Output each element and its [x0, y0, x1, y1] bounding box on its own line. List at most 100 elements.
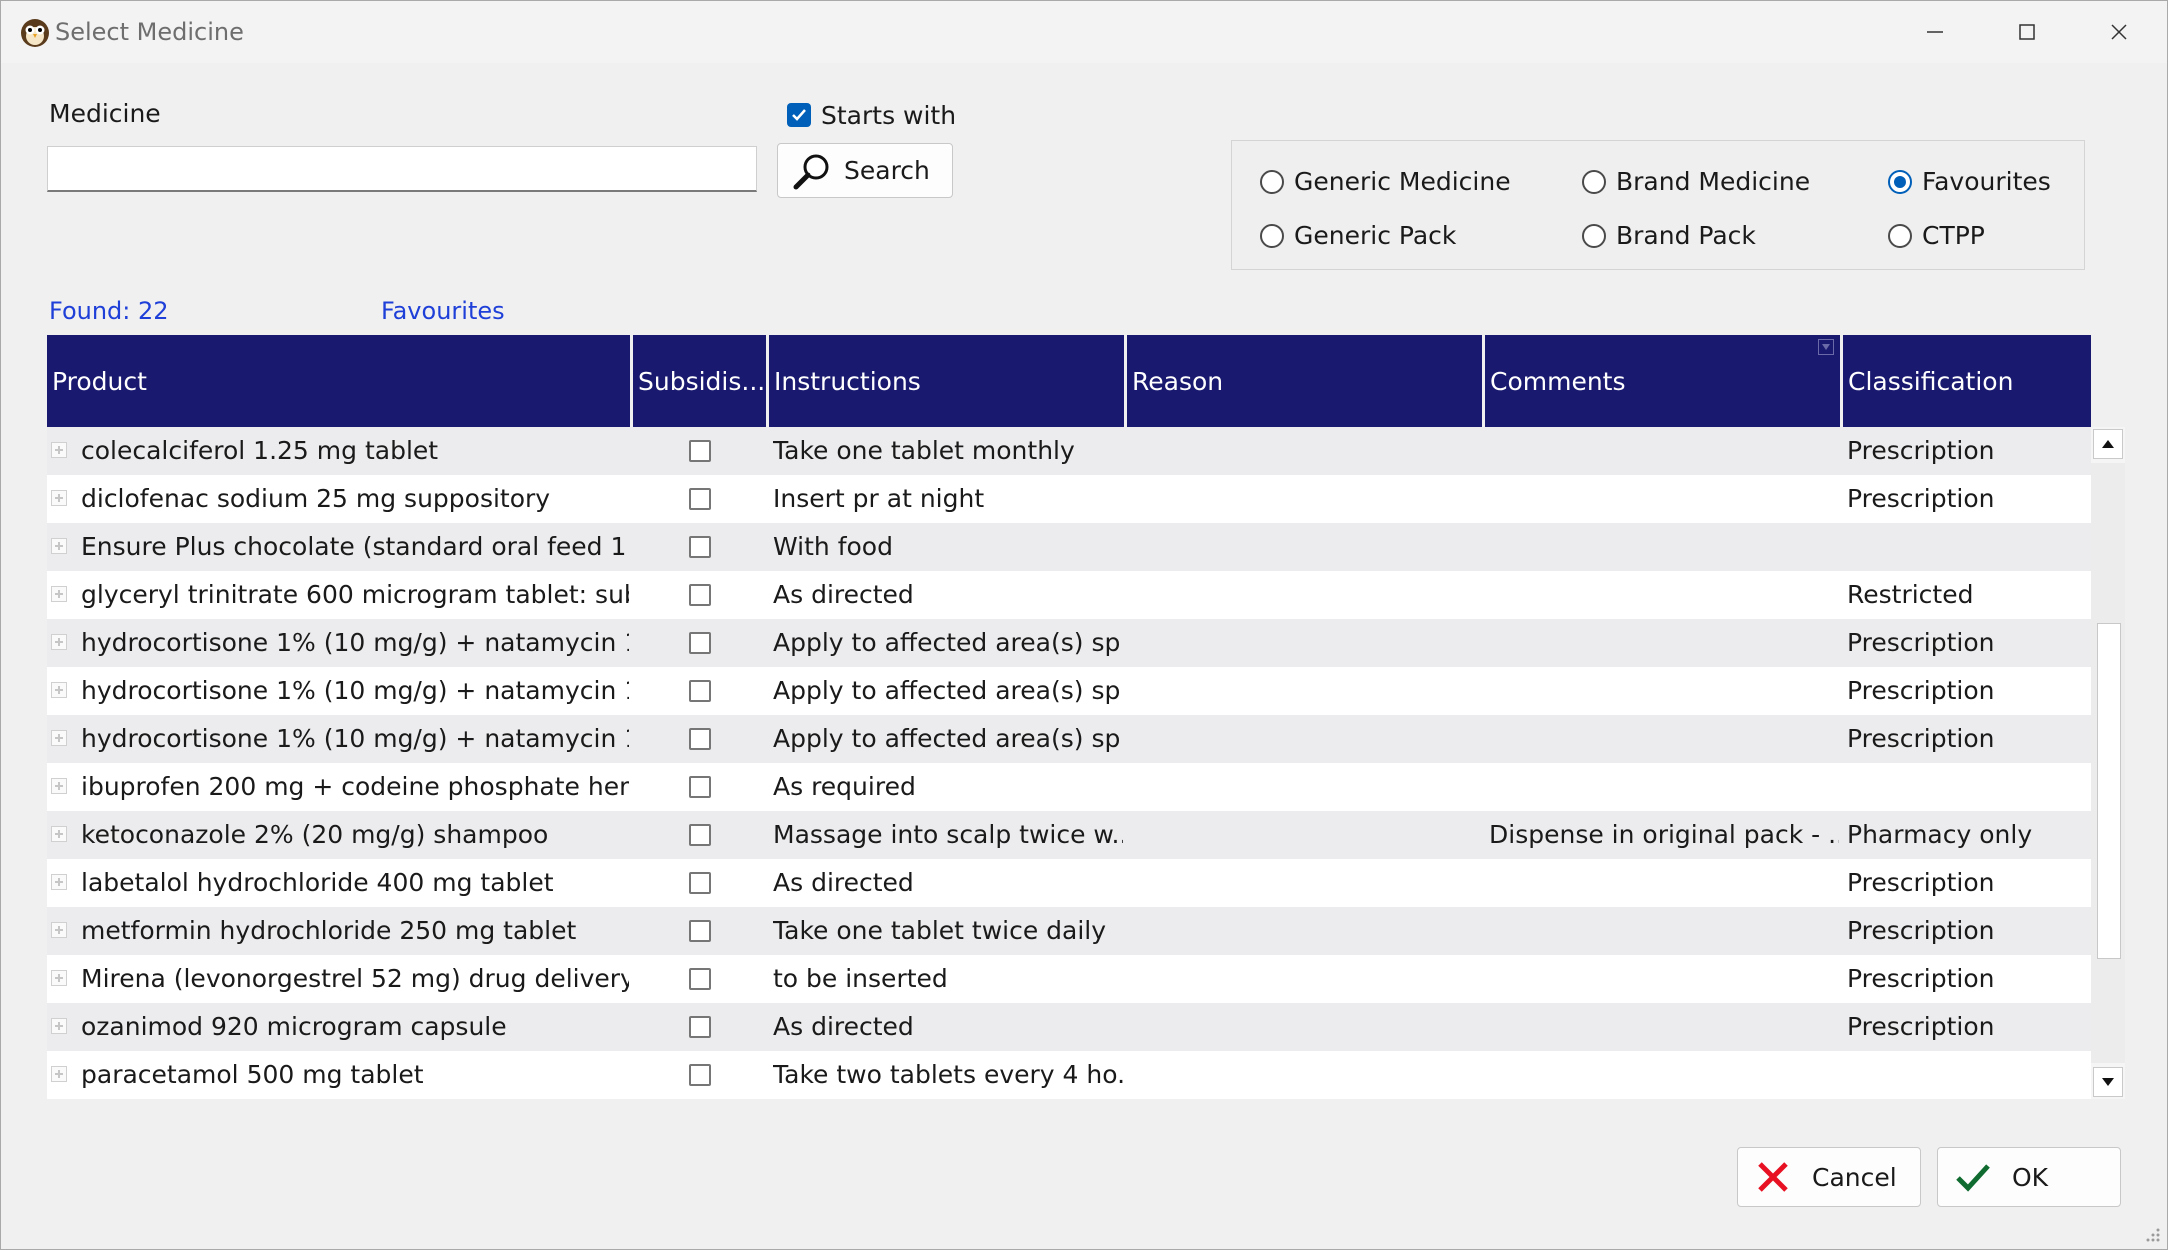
table-row[interactable]: paracetamol 500 mg tablet Take two tablet…	[47, 1051, 2091, 1099]
minimize-icon	[1927, 31, 1943, 33]
subsidised-checkbox[interactable]	[689, 872, 711, 894]
table-row[interactable]: ketoconazole 2% (20 mg/g) shampoo Massage…	[47, 811, 2091, 859]
cell-classification: Prescription	[1847, 628, 1995, 657]
subsidised-checkbox[interactable]	[689, 1016, 711, 1038]
radio-label: Brand Pack	[1616, 221, 1756, 250]
subsidised-checkbox[interactable]	[689, 776, 711, 798]
expand-row-icon[interactable]	[51, 1018, 67, 1034]
table-row[interactable]: ibuprofen 200 mg + codeine phosphate hem…	[47, 763, 2091, 811]
cell-reason	[1131, 763, 1481, 811]
subsidised-checkbox[interactable]	[689, 728, 711, 750]
radio-brand-pack[interactable]: Brand Pack	[1582, 221, 1756, 250]
scroll-up-button[interactable]	[2093, 429, 2123, 459]
close-window-button[interactable]	[2073, 1, 2165, 63]
cell-classification: Prescription	[1847, 964, 1995, 993]
table-row[interactable]: colecalciferol 1.25 mg tablet Take one ta…	[47, 427, 2091, 475]
maximize-button[interactable]	[1981, 1, 2073, 63]
expand-row-icon[interactable]	[51, 442, 67, 458]
cell-reason	[1131, 859, 1481, 907]
minimize-button[interactable]	[1889, 1, 1981, 63]
cell-instructions: As directed	[773, 1012, 914, 1041]
radio-generic-pack[interactable]: Generic Pack	[1260, 221, 1456, 250]
cell-product: paracetamol 500 mg tablet	[81, 1060, 424, 1089]
expand-row-icon[interactable]	[51, 874, 67, 890]
subsidised-checkbox[interactable]	[689, 680, 711, 702]
column-header-subsidised[interactable]: Subsidis...	[633, 335, 769, 427]
resize-grip-icon[interactable]	[2141, 1223, 2161, 1243]
table-row[interactable]: diclofenac sodium 25 mg suppository Inser…	[47, 475, 2091, 523]
cell-product: Mirena (levonorgestrel 52 mg) drug deliv…	[81, 964, 629, 993]
cell-reason	[1131, 475, 1481, 523]
subsidised-checkbox[interactable]	[689, 824, 711, 846]
table-row[interactable]: Ensure Plus chocolate (standard oral fee…	[47, 523, 2091, 571]
cell-comments	[1489, 523, 1839, 571]
expand-row-icon[interactable]	[51, 922, 67, 938]
medicine-search-input[interactable]	[47, 146, 757, 192]
expand-row-icon[interactable]	[51, 730, 67, 746]
subsidised-checkbox[interactable]	[689, 488, 711, 510]
window-title: Select Medicine	[55, 18, 244, 46]
subsidised-checkbox[interactable]	[689, 632, 711, 654]
table-row[interactable]: glyceryl trinitrate 600 microgram tablet…	[47, 571, 2091, 619]
table-row[interactable]: metformin hydrochloride 250 mg tablet Tak…	[47, 907, 2091, 955]
cell-reason	[1131, 1003, 1481, 1051]
search-button[interactable]: Search	[777, 143, 953, 198]
starts-with-checkbox[interactable]	[787, 103, 811, 127]
table-row[interactable]: hydrocortisone 1% (10 mg/g) + natamycin …	[47, 667, 2091, 715]
subsidised-checkbox[interactable]	[689, 584, 711, 606]
expand-row-icon[interactable]	[51, 970, 67, 986]
cell-comments	[1489, 907, 1839, 955]
radio-generic-medicine[interactable]: Generic Medicine	[1260, 167, 1511, 196]
table-row[interactable]: labetalol hydrochloride 400 mg tablet As …	[47, 859, 2091, 907]
table-row[interactable]: hydrocortisone 1% (10 mg/g) + natamycin …	[47, 715, 2091, 763]
table-row[interactable]: ozanimod 920 microgram capsule As directe…	[47, 1003, 2091, 1051]
table-row[interactable]: Mirena (levonorgestrel 52 mg) drug deliv…	[47, 955, 2091, 1003]
scroll-thumb[interactable]	[2097, 623, 2121, 959]
cell-reason	[1131, 619, 1481, 667]
expand-row-icon[interactable]	[51, 490, 67, 506]
radio-favourites[interactable]: Favourites	[1888, 167, 2051, 196]
radio-brand-medicine[interactable]: Brand Medicine	[1582, 167, 1810, 196]
radio-ctpp[interactable]: CTPP	[1888, 221, 1985, 250]
ok-button-label: OK	[2012, 1162, 2049, 1192]
subsidised-checkbox[interactable]	[689, 920, 711, 942]
scroll-track[interactable]	[2091, 463, 2125, 1063]
cell-reason	[1131, 667, 1481, 715]
subsidised-checkbox[interactable]	[689, 1064, 711, 1086]
column-filter-icon[interactable]	[1818, 339, 1834, 355]
column-header-classification[interactable]: Classification	[1843, 335, 2091, 427]
cell-product: hydrocortisone 1% (10 mg/g) + natamycin …	[81, 676, 629, 705]
subsidised-checkbox[interactable]	[689, 968, 711, 990]
arrow-down-icon	[2102, 1078, 2114, 1086]
header-spacer	[2091, 335, 2125, 427]
subsidised-checkbox[interactable]	[689, 440, 711, 462]
expand-row-icon[interactable]	[51, 634, 67, 650]
vertical-scrollbar[interactable]	[2091, 427, 2125, 1099]
cancel-button[interactable]: Cancel	[1737, 1147, 1921, 1207]
expand-row-icon[interactable]	[51, 826, 67, 842]
magnifier-icon	[793, 154, 829, 189]
expand-row-icon[interactable]	[51, 586, 67, 602]
cell-product: labetalol hydrochloride 400 mg tablet	[81, 868, 554, 897]
column-header-reason[interactable]: Reason	[1127, 335, 1485, 427]
column-header-product[interactable]: Product	[47, 335, 633, 427]
ok-button[interactable]: OK	[1937, 1147, 2121, 1207]
cell-comments	[1489, 667, 1839, 715]
favourites-link[interactable]: Favourites	[381, 297, 505, 325]
expand-row-icon[interactable]	[51, 778, 67, 794]
cell-comments	[1489, 859, 1839, 907]
expand-row-icon[interactable]	[51, 682, 67, 698]
cell-product: colecalciferol 1.25 mg tablet	[81, 436, 439, 465]
expand-row-icon[interactable]	[51, 1066, 67, 1082]
cell-comments	[1489, 763, 1839, 811]
scroll-down-button[interactable]	[2093, 1067, 2123, 1097]
table-row[interactable]: hydrocortisone 1% (10 mg/g) + natamycin …	[47, 619, 2091, 667]
cell-classification: Prescription	[1847, 868, 1995, 897]
cell-reason	[1131, 907, 1481, 955]
cancel-button-label: Cancel	[1812, 1162, 1897, 1192]
subsidised-checkbox[interactable]	[689, 536, 711, 558]
column-header-comments[interactable]: Comments	[1485, 335, 1843, 427]
column-header-instructions[interactable]: Instructions	[769, 335, 1127, 427]
cell-comments	[1489, 955, 1839, 1003]
expand-row-icon[interactable]	[51, 538, 67, 554]
